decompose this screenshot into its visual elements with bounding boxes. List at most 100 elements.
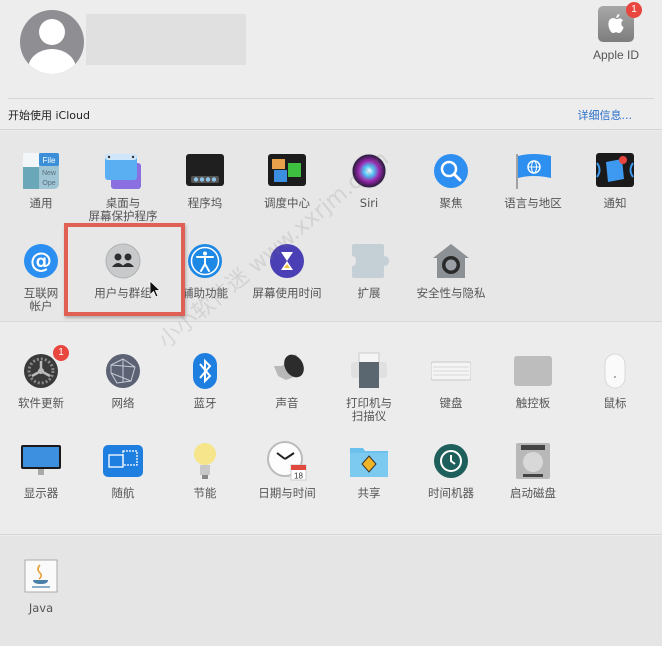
pane-label: 调度中心 (264, 196, 310, 210)
calendar-day: 18 (294, 472, 303, 481)
pane-bluetooth[interactable]: 蓝牙 (164, 351, 246, 410)
pane-label: 程序坞 (187, 196, 223, 210)
user-silhouette-icon (39, 19, 65, 45)
extensions-icon (349, 241, 389, 281)
users-groups-icon (103, 241, 143, 281)
date-time-icon: 18 (267, 441, 307, 481)
sharing-icon (349, 441, 389, 481)
pane-mission-control[interactable]: 调度中心 (246, 151, 328, 210)
hardware-panes-section: 1 软件更新 网络 蓝牙 声音 打印机与 扫描仪 键盘 触控板 鼠标 显示器 随… (0, 323, 662, 535)
pane-java[interactable]: Java (0, 556, 82, 615)
svg-text:Ope: Ope (42, 180, 55, 187)
other-panes-section: Java (0, 536, 662, 646)
pane-printers-scanners[interactable]: 打印机与 扫描仪 (328, 351, 410, 423)
pane-label: 鼠标 (603, 396, 627, 410)
pane-label: 网络 (111, 396, 135, 410)
pane-label: 键盘 (439, 396, 463, 410)
pane-displays[interactable]: 显示器 (0, 441, 82, 500)
pane-notifications[interactable]: 通知 (574, 151, 656, 210)
pane-siri[interactable]: Siri (328, 151, 410, 210)
language-region-icon (513, 151, 553, 191)
pane-label: 聚焦 (439, 196, 463, 210)
printer-icon (349, 351, 389, 391)
pane-label: 软件更新 (18, 396, 64, 410)
java-icon (21, 556, 61, 596)
user-avatar[interactable] (20, 10, 84, 74)
user-silhouette-body (28, 49, 76, 74)
pane-label: 通知 (603, 196, 627, 210)
pane-energy-saver[interactable]: 节能 (164, 441, 246, 500)
bluetooth-icon (185, 351, 225, 391)
trackpad-icon (513, 351, 553, 391)
pane-label: 日期与时间 (258, 486, 316, 500)
icloud-prompt: 开始使用 iCloud (8, 109, 90, 122)
siri-icon (349, 151, 389, 191)
pane-language-region[interactable]: 语言与地区 (492, 151, 574, 210)
pane-label: 安全性与隐私 (416, 286, 486, 300)
svg-text:@: @ (30, 249, 52, 274)
pane-screen-time[interactable]: 屏幕使用时间 (246, 241, 328, 300)
display-icon (21, 441, 61, 481)
pane-desktop-screensaver[interactable]: 桌面与 屏幕保护程序 (82, 151, 164, 223)
svg-text:File: File (43, 156, 56, 165)
personal-panes-section: File New Ope 通用 桌面与 屏幕保护程序 程序坞 调度中心 Siri 聚… (0, 131, 662, 322)
internet-accounts-icon: @ (21, 241, 61, 281)
pane-security-privacy[interactable]: 安全性与隐私 (410, 241, 492, 300)
pane-label: 辅助功能 (182, 286, 228, 300)
dock-icon (185, 151, 225, 191)
screen-time-icon (267, 241, 307, 281)
pane-sharing[interactable]: 共享 (328, 441, 410, 500)
pane-trackpad[interactable]: 触控板 (492, 351, 574, 410)
energy-saver-icon (185, 441, 225, 481)
pane-extensions[interactable]: 扩展 (328, 241, 410, 300)
pane-label: 触控板 (515, 396, 551, 410)
pane-label: 互联网 帐户 (23, 286, 59, 313)
general-icon: File New Ope (21, 151, 61, 191)
icloud-banner: 开始使用 iCloud 详细信息... (0, 99, 662, 130)
pane-label: 时间机器 (428, 486, 474, 500)
pane-startup-disk[interactable]: 启动磁盘 (492, 441, 574, 500)
pane-spotlight[interactable]: 聚焦 (410, 151, 492, 210)
software-update-icon: 1 (21, 345, 69, 391)
redacted-user-name (86, 14, 246, 65)
icloud-details-link[interactable]: 详细信息... (578, 107, 633, 123)
pane-time-machine[interactable]: 时间机器 (410, 441, 492, 500)
sidecar-icon (103, 441, 143, 481)
keyboard-icon (431, 351, 471, 391)
spotlight-icon (431, 151, 471, 191)
mouse-icon (595, 351, 635, 391)
pane-dock[interactable]: 程序坞 (164, 151, 246, 210)
apple-logo-icon: 1 (598, 2, 642, 42)
pane-label: 启动磁盘 (510, 486, 556, 500)
pane-general[interactable]: File New Ope 通用 (0, 151, 82, 210)
pane-label: 节能 (193, 486, 217, 500)
pane-label: 打印机与 扫描仪 (346, 396, 392, 423)
apple-id-button[interactable]: 1 Apple ID (590, 2, 642, 62)
pane-label: Siri (359, 196, 379, 210)
pane-label: 显示器 (23, 486, 59, 500)
pane-sound[interactable]: 声音 (246, 351, 328, 410)
pane-label: 扩展 (357, 286, 381, 300)
time-machine-icon (431, 441, 471, 481)
pane-accessibility[interactable]: 辅助功能 (164, 241, 246, 300)
pane-network[interactable]: 网络 (82, 351, 164, 410)
software-update-badge: 1 (53, 345, 69, 361)
mission-control-icon (267, 151, 307, 191)
account-header: 1 Apple ID (0, 0, 662, 98)
apple-id-label: Apple ID (592, 48, 640, 62)
security-privacy-icon (431, 241, 471, 281)
desktop-screensaver-icon (103, 151, 143, 191)
pane-software-update[interactable]: 1 软件更新 (0, 345, 82, 410)
network-icon (103, 351, 143, 391)
startup-disk-icon (513, 441, 553, 481)
pane-keyboard[interactable]: 键盘 (410, 351, 492, 410)
notifications-icon (595, 151, 635, 191)
pane-sidecar[interactable]: 随航 (82, 441, 164, 500)
pane-date-time[interactable]: 18 日期与时间 (246, 441, 328, 500)
sound-icon (267, 351, 307, 391)
pane-label: 桌面与 屏幕保护程序 (88, 196, 158, 223)
pane-internet-accounts[interactable]: @ 互联网 帐户 (0, 241, 82, 313)
pane-label: 共享 (357, 486, 381, 500)
pane-label: 语言与地区 (504, 196, 562, 210)
pane-mouse[interactable]: 鼠标 (574, 351, 656, 410)
